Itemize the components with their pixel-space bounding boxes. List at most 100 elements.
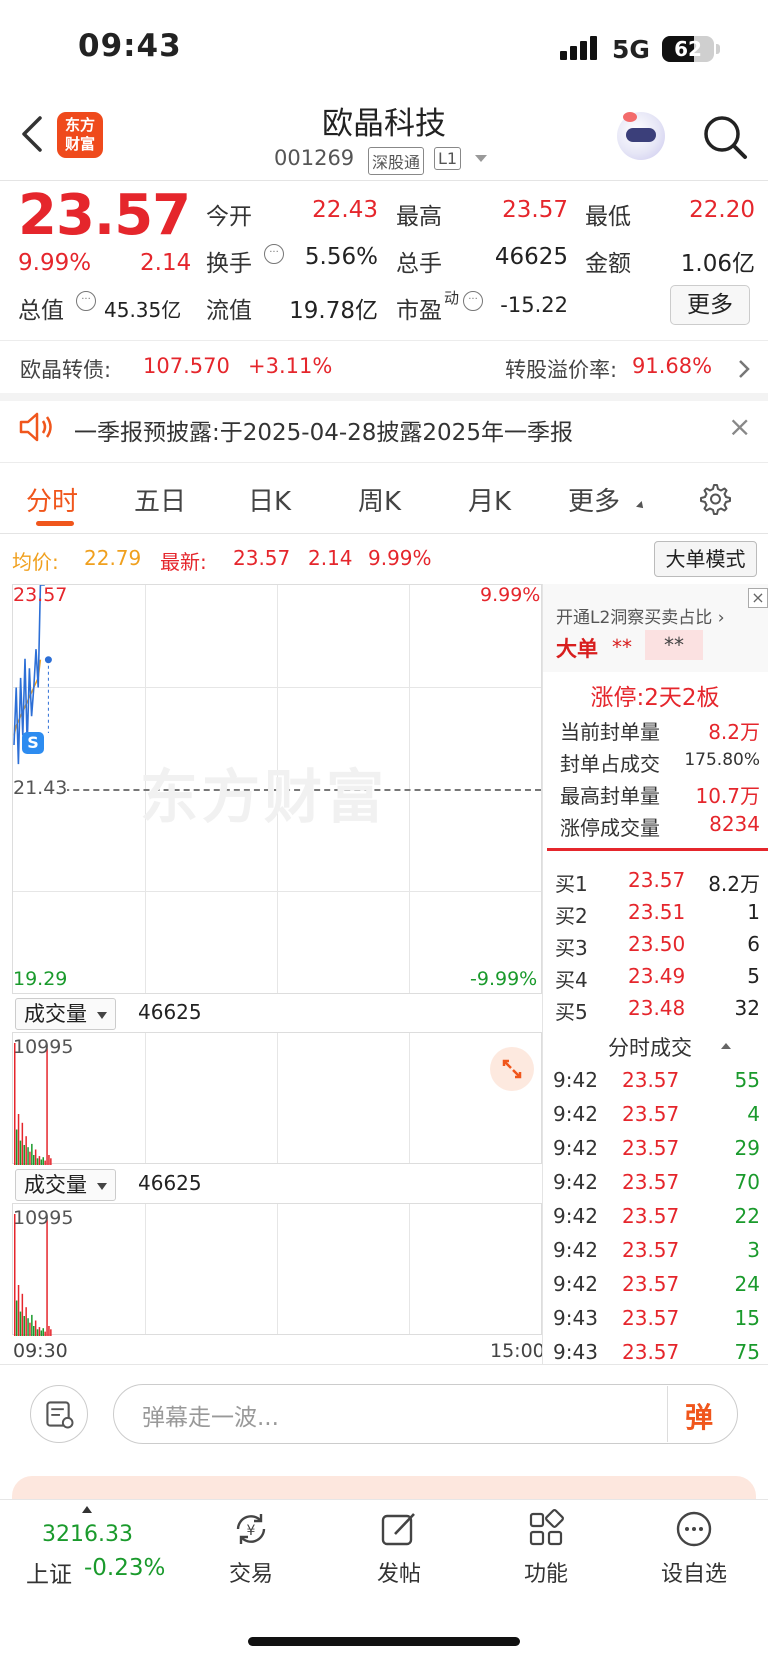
tab-intraday[interactable]: 分时 [26,481,78,518]
index-name[interactable]: 上证 [26,1555,72,1589]
tick-time: 9:42 [553,1068,598,1092]
tick-volume: 29 [734,1136,760,1160]
volume-bar-2 [34,1320,37,1336]
volume-bar-2 [29,1322,31,1336]
limit-row-label: 当前封单量 [560,720,660,744]
tab-weekly-k[interactable]: 周K [358,481,401,518]
tab-post[interactable]: 发帖 [354,1556,444,1588]
last-change: 2.14 [308,546,353,570]
watermark: 东方财富 [140,763,389,831]
volume-bar-2 [38,1327,41,1336]
volume-chart-2[interactable] [12,1203,542,1336]
volume-bar [14,1043,16,1165]
stat-label-low: 最低 [585,204,631,230]
bid-price: 23.50 [628,932,686,956]
stat-value-open: 22.43 [312,197,378,223]
tick-price: 23.57 [622,1170,680,1194]
danmu-settings-icon[interactable] [30,1385,88,1443]
volume-bar [48,1155,50,1165]
volume-bar [44,1160,46,1165]
index-percent[interactable]: -0.23% [84,1555,165,1581]
ticks-title[interactable]: 分时成交 [608,1032,692,1062]
stat-label-pe-sup: 动 [444,289,460,307]
bid-volume: 8.2万 [708,872,760,896]
volume-bars-layer-2 [14,1214,52,1336]
stock-name: 欧晶科技 [322,106,446,142]
more-dots-icon[interactable] [673,1508,715,1550]
tick-time: 9:42 [553,1102,598,1126]
divider [0,533,768,534]
stat-value-amount: 1.06亿 [680,251,755,277]
limit-row-value: 8234 [709,812,760,836]
logo-text-line1: 东方 [64,116,95,134]
app-logo[interactable]: 东方 财富 [57,112,103,158]
axis-pct-bottom: -9.99% [470,968,538,990]
avg-price-label: 均价: [12,550,59,574]
connect-tag: 深股通 [368,147,425,175]
volume-bar-2 [40,1330,43,1336]
tick-time: 9:42 [553,1238,598,1262]
grid-icon[interactable] [525,1508,567,1550]
more-button[interactable]: 更多 [670,285,750,325]
volume-bar [34,1149,37,1165]
big-order-masked-2: ** [645,630,703,660]
volume-bar-2 [36,1329,39,1336]
volume-bar [29,1151,31,1165]
tab-more[interactable]: 更多 [568,481,620,518]
chevron-down-icon[interactable] [475,155,487,162]
danmu-toggle-button[interactable]: 弹 [685,1396,713,1436]
volume-bar [40,1159,43,1165]
danmu-placeholder: 弹幕走一波... [142,1405,279,1431]
big-order-mode-button[interactable]: 大单模式 [654,541,757,577]
last-price-label: 最新: [160,550,207,574]
index-value[interactable]: 3216.33 [42,1522,133,1547]
sell-signal-badge[interactable]: S [22,732,44,754]
divider [547,848,768,851]
l2-promo-title[interactable]: 开通L2洞察买卖占比 › [556,603,725,628]
volume-bar-2 [31,1314,33,1336]
assistant-avatar-icon[interactable] [617,112,665,160]
bond-label[interactable]: 欧晶转债: [20,354,111,384]
edit-icon[interactable] [378,1508,420,1550]
tab-five-day[interactable]: 五日 [134,481,186,518]
gear-icon[interactable] [697,482,731,516]
expand-icon[interactable] [490,1047,534,1091]
stat-value-high: 23.57 [502,197,568,223]
caret-icon [636,501,646,511]
chevron-right-icon[interactable] [737,358,751,380]
info-icon[interactable]: ··· [76,291,96,311]
limit-row-label: 最高封单量 [560,784,660,808]
chevron-up-icon[interactable] [82,1506,92,1513]
close-icon[interactable]: × [728,410,751,443]
tab-daily-k[interactable]: 日K [248,481,291,518]
tick-time: 9:42 [553,1136,598,1160]
yuan-cycle-icon[interactable]: ¥ [230,1508,272,1550]
change-percent: 9.99% [18,250,92,276]
volume-total: 46625 [138,1000,202,1024]
notice-text[interactable]: 一季报预披露:于2025-04-28披露2025年一季报 [74,413,573,447]
search-icon[interactable] [700,112,750,162]
volume-indicator-select-2[interactable]: 成交量 [15,1169,116,1201]
tab-trade[interactable]: 交易 [206,1556,296,1588]
tab-functions[interactable]: 功能 [501,1556,591,1588]
chevron-up-icon[interactable] [721,1043,731,1049]
last-percent: 9.99% [368,546,432,570]
tab-add-watchlist[interactable]: 设自选 [649,1556,739,1588]
last-price-value: 23.57 [233,546,291,570]
avg-price-value: 22.79 [84,546,142,570]
info-icon[interactable]: ··· [264,244,284,264]
tick-time: 9:42 [553,1204,598,1228]
current-price: 23.57 [18,183,191,248]
volume-bar-2 [14,1214,16,1336]
back-arrow-icon[interactable] [18,112,48,156]
volume-indicator-select[interactable]: 成交量 [15,998,116,1030]
level-tag[interactable]: L1 [434,147,462,170]
current-point-marker [43,655,53,665]
stat-label-amount: 金额 [585,251,631,277]
volume-bar-2 [15,1300,18,1336]
volume-chart[interactable] [12,1032,542,1165]
tab-monthly-k[interactable]: 月K [468,481,511,518]
stat-value-float-cap: 19.78亿 [289,298,378,324]
big-order-masked-1: ** [612,635,632,659]
close-icon[interactable]: × [748,588,768,608]
